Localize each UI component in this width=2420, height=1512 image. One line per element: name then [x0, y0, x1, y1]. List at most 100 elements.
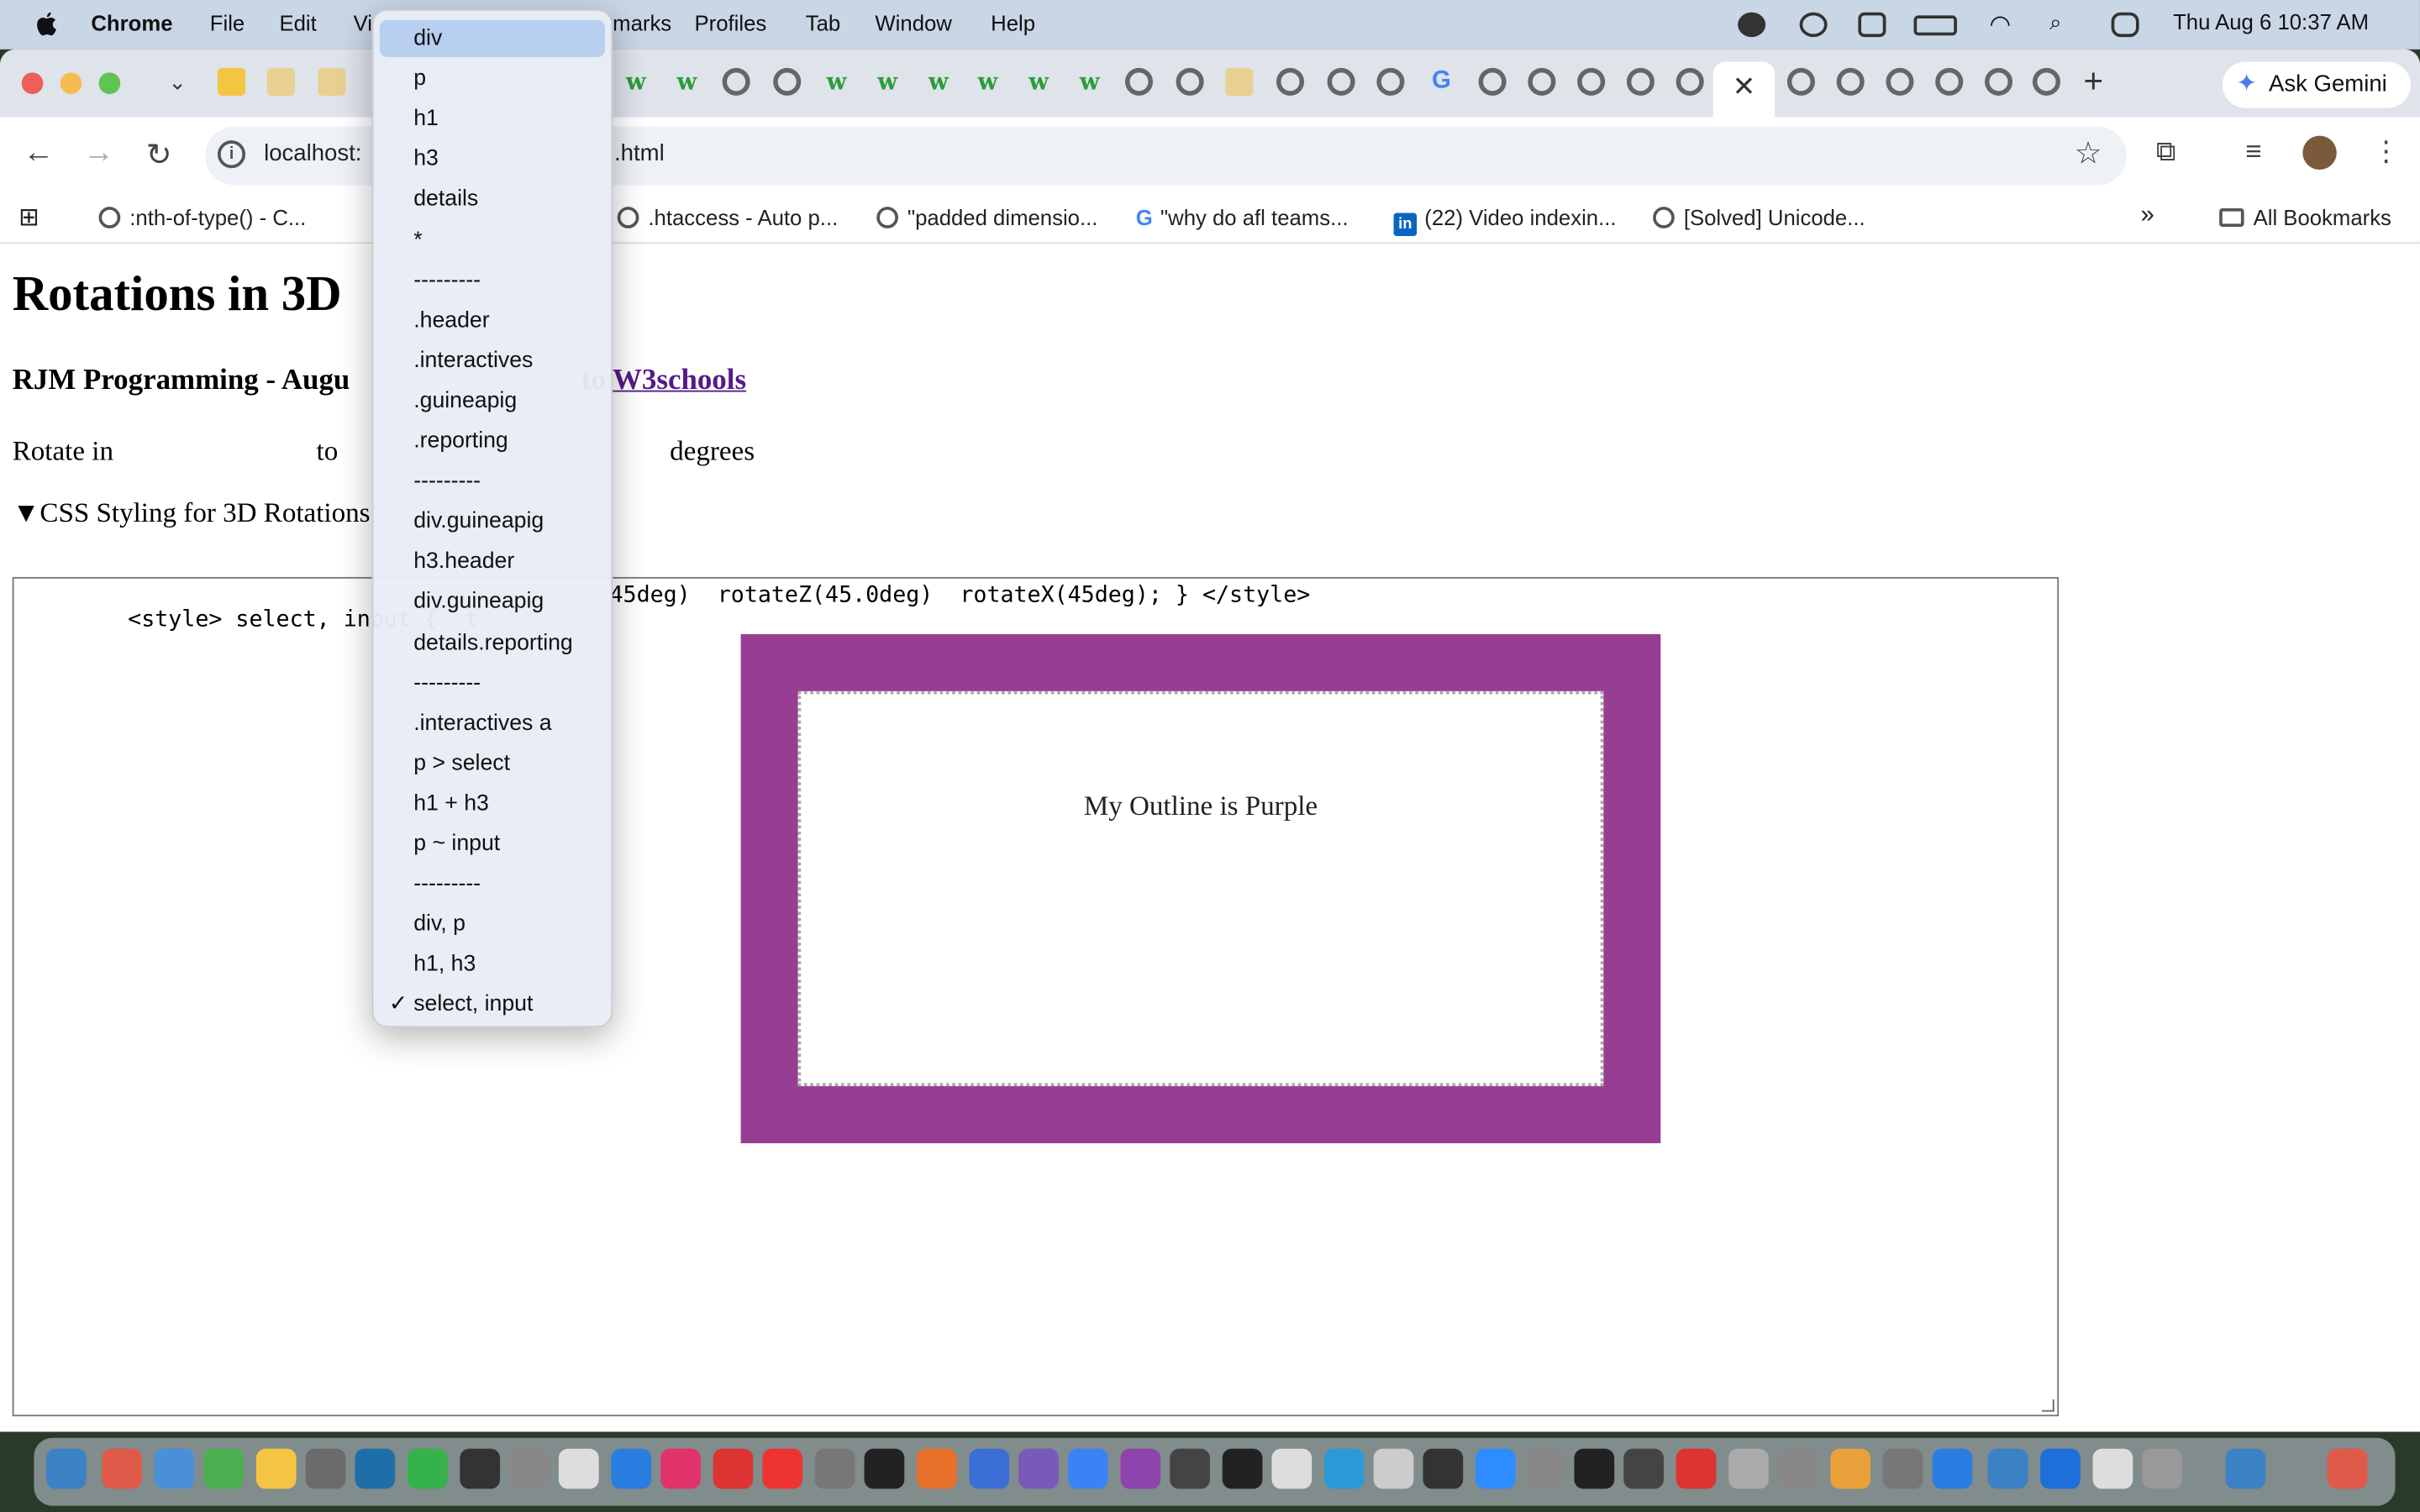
menu-window[interactable]: Window — [875, 11, 951, 35]
menu-profiles[interactable]: Profiles — [695, 11, 767, 35]
forward-arrow-icon[interactable]: → — [81, 136, 118, 171]
tab-globe-icon[interactable] — [1376, 67, 1405, 96]
dropdown-option[interactable]: details — [380, 181, 605, 218]
menu-tab[interactable]: Tab — [806, 11, 840, 35]
tab-chrome-icon[interactable] — [722, 67, 750, 96]
tab-globe-icon[interactable] — [1124, 67, 1154, 96]
dropdown-option[interactable]: h3 — [380, 141, 605, 178]
all-bookmarks-button[interactable]: All Bookmarks — [2219, 205, 2391, 230]
dropdown-option[interactable]: h1 — [380, 101, 605, 138]
tab-globe-icon[interactable] — [1176, 67, 1204, 96]
tab-globe-icon[interactable] — [1786, 67, 1815, 96]
dock-app-icon[interactable] — [2040, 1448, 2081, 1489]
bookmark-item[interactable]: .htaccess - Auto p... — [617, 205, 838, 230]
battery-icon[interactable] — [1913, 15, 1957, 36]
dropdown-option[interactable]: .interactives a — [380, 705, 605, 742]
tab-w3schools-icon[interactable]: w — [1025, 68, 1053, 96]
zoom-window-button[interactable] — [98, 72, 121, 95]
dock-app-icon[interactable] — [1728, 1448, 1769, 1489]
dock-app-icon[interactable] — [814, 1448, 855, 1489]
dock-app-icon[interactable] — [460, 1448, 501, 1489]
dock-app-icon[interactable] — [1170, 1448, 1210, 1489]
tab-globe-icon[interactable] — [1836, 67, 1865, 96]
tab-globe-icon[interactable] — [1626, 67, 1655, 96]
tab-globe-icon[interactable] — [1528, 67, 1556, 96]
dock-app-icon[interactable] — [660, 1448, 701, 1489]
close-window-button[interactable] — [21, 72, 44, 95]
tab-globe-icon[interactable] — [1984, 67, 2013, 96]
back-arrow-icon[interactable]: ← — [20, 136, 57, 171]
dock-app-icon[interactable] — [1018, 1448, 1059, 1489]
dock-app-icon[interactable] — [558, 1448, 599, 1489]
app-menu-chrome[interactable]: Chrome — [91, 11, 172, 35]
dock-app-icon[interactable] — [1882, 1448, 1923, 1489]
dock-app-icon[interactable] — [1932, 1448, 1973, 1489]
bookmark-star-icon[interactable]: ☆ — [2075, 134, 2102, 173]
dock-app-icon[interactable] — [2092, 1448, 2133, 1489]
dock-app-icon[interactable] — [407, 1448, 448, 1489]
media-controls-icon[interactable]: ≡ — [2245, 136, 2261, 169]
tab-search-chevron-icon[interactable]: ⌄ — [164, 68, 192, 96]
tab-w3schools-icon[interactable]: w — [924, 68, 952, 96]
dock-app-icon[interactable] — [355, 1448, 396, 1489]
apps-grid-icon[interactable]: ⊞ — [18, 202, 39, 234]
minimize-window-button[interactable] — [60, 72, 82, 95]
dropdown-option[interactable]: h1, h3 — [380, 946, 605, 983]
tab-globe-icon[interactable] — [773, 67, 802, 96]
dropdown-option[interactable]: .header — [380, 302, 605, 339]
extensions-icon[interactable]: ⧉ — [2156, 136, 2176, 169]
dropdown-option[interactable]: details.reporting — [380, 624, 605, 661]
dock-app-icon[interactable] — [1271, 1448, 1313, 1489]
dock-app-icon[interactable] — [1777, 1448, 1818, 1489]
more-menu-icon[interactable]: ⋮ — [2372, 136, 2400, 169]
dock-app-icon[interactable] — [1524, 1448, 1565, 1489]
tab-w3schools-icon[interactable]: w — [1076, 68, 1103, 96]
tab-favicon[interactable] — [318, 67, 346, 96]
tab-globe-icon[interactable] — [1577, 67, 1606, 96]
dock-app-icon[interactable] — [1475, 1448, 1516, 1489]
dropdown-option[interactable]: div — [379, 19, 605, 57]
dock-app-icon[interactable] — [2327, 1448, 2368, 1489]
dock-app-icon[interactable] — [1676, 1448, 1717, 1489]
dropdown-option[interactable]: p — [380, 60, 605, 97]
selector-dropdown-menu[interactable]: div p h1 h3 details * --------- .header .interac… — [371, 9, 613, 1028]
tab-favicon[interactable] — [266, 67, 295, 96]
tab-favicon[interactable] — [1225, 67, 1254, 96]
menu-bookmarks[interactable]: marks — [613, 11, 671, 35]
dropdown-option[interactable]: ✓ select, input — [380, 986, 605, 1023]
dock-app-icon[interactable] — [255, 1448, 297, 1489]
tab-w3schools-icon[interactable]: w — [622, 68, 650, 96]
dropdown-option[interactable]: div.guineapig — [380, 503, 605, 540]
dropdown-option[interactable]: h3.header — [380, 543, 605, 580]
dock-app-icon[interactable] — [305, 1448, 346, 1489]
site-info-icon[interactable]: i — [217, 140, 246, 169]
control-center-icon[interactable] — [2111, 12, 2139, 38]
menu-file[interactable]: File — [210, 11, 245, 35]
more-bookmarks-chevron-icon[interactable]: » — [2141, 202, 2154, 230]
tab-globe-icon[interactable] — [1886, 67, 1914, 96]
tab-globe-icon[interactable] — [1676, 67, 1704, 96]
dock-app-icon[interactable] — [1574, 1448, 1615, 1489]
dock-app-icon[interactable] — [762, 1448, 803, 1489]
tab-globe-icon[interactable] — [2032, 67, 2060, 96]
tab-w3schools-icon[interactable]: w — [974, 68, 1002, 96]
tab-globe-icon[interactable] — [1276, 67, 1305, 96]
dock-app-icon[interactable] — [1987, 1448, 2028, 1489]
dock-app-icon[interactable] — [1373, 1448, 1414, 1489]
bookmark-item[interactable]: "padded dimensio... — [876, 205, 1097, 230]
dock-app-icon[interactable] — [611, 1448, 652, 1489]
dock-app-icon[interactable] — [154, 1448, 195, 1489]
dropdown-option[interactable]: div, p — [380, 906, 605, 942]
tab-w3schools-icon[interactable]: w — [673, 68, 701, 96]
dock-app-icon[interactable] — [46, 1448, 87, 1489]
tab-w3schools-icon[interactable]: w — [823, 68, 850, 96]
active-tab-close-icon[interactable]: ✕ — [1712, 61, 1776, 118]
dropdown-option[interactable]: .guineapig — [380, 382, 605, 419]
menu-view[interactable]: Vi — [354, 11, 372, 35]
menubar-clock[interactable]: Thu Aug 6 10:37 AM — [2173, 9, 2369, 34]
tab-globe-icon[interactable] — [1935, 67, 1964, 96]
status-app-icon[interactable] — [1738, 12, 1766, 38]
dock-app-icon[interactable] — [102, 1448, 142, 1489]
dropdown-option[interactable]: * — [380, 222, 605, 259]
dock-app-icon[interactable] — [203, 1448, 245, 1489]
